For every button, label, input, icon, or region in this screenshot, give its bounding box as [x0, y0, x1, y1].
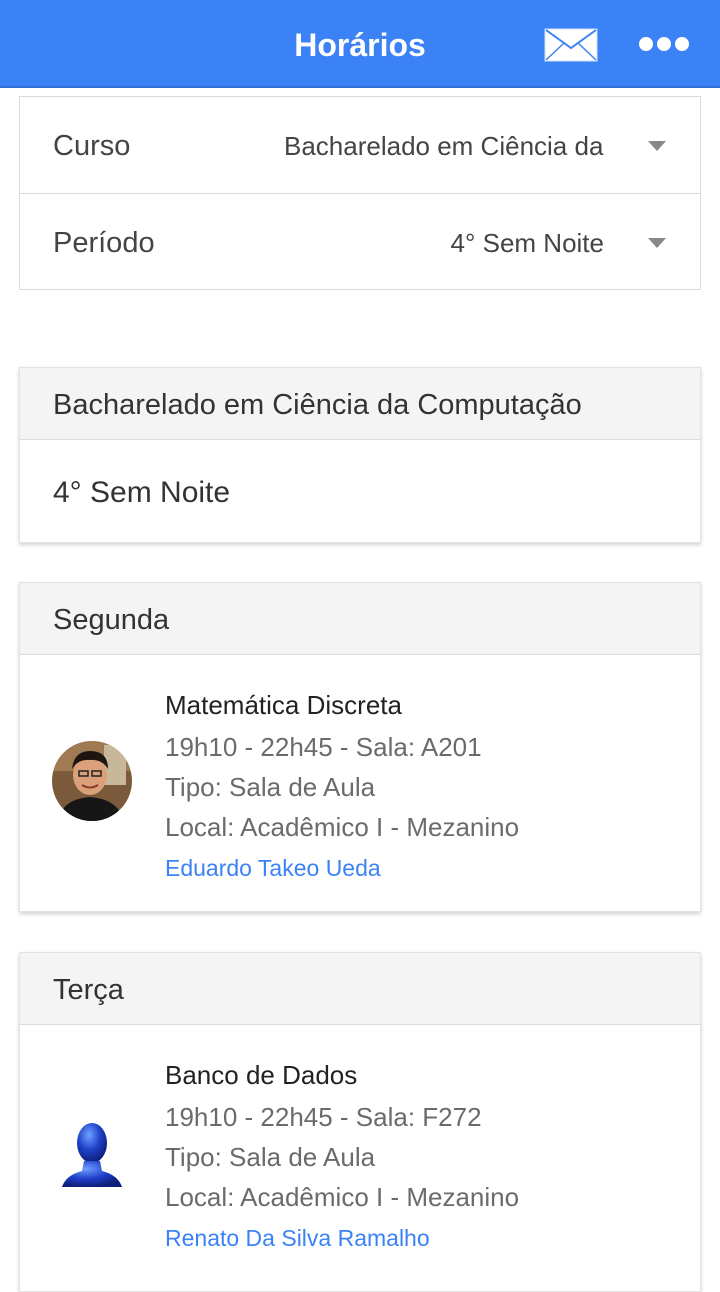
summary-card: Bacharelado em Ciência da Computação 4° …: [19, 367, 701, 543]
day-card-segunda: Segunda Matemática Discreta 19h10 - 22h4…: [19, 582, 701, 912]
class-location: Local: Acadêmico I - Mezanino: [165, 1182, 520, 1212]
class-item[interactable]: Matemática Discreta 19h10 - 22h45 - Sala…: [20, 655, 700, 911]
class-subject: Banco de Dados: [165, 1060, 358, 1090]
class-info: Matemática Discreta 19h10 - 22h45 - Sala…: [165, 685, 519, 887]
course-value: Bacharelado em Ciência da Computação: [284, 131, 604, 161]
teacher-avatar: [52, 1115, 132, 1195]
summary-course: Bacharelado em Ciência da Computação: [20, 368, 700, 440]
class-time: 19h10 - 22h45 - Sala: F272: [165, 1102, 482, 1132]
class-time: 19h10 - 22h45 - Sala: A201: [165, 732, 482, 762]
page-title: Horários: [294, 27, 426, 63]
class-type: Tipo: Sala de Aula: [165, 772, 376, 802]
chevron-down-icon: [648, 141, 666, 151]
day-card-terca: Terça Banco de Dados 19h10 - 22h45 - Sal…: [19, 952, 701, 1292]
day-title: Segunda: [20, 583, 700, 655]
chevron-down-icon: [648, 238, 666, 248]
summary-period: 4° Sem Noite: [53, 476, 231, 509]
day-title: Terça: [20, 953, 700, 1025]
mail-button[interactable]: [544, 28, 598, 62]
more-options-button[interactable]: [636, 30, 692, 58]
app-header: Horários: [0, 0, 720, 88]
class-location: Local: Acadêmico I - Mezanino: [165, 812, 520, 842]
filter-panel: Curso Bacharelado em Ciência da Computaç…: [19, 96, 701, 290]
course-label: Curso: [53, 130, 131, 162]
teacher-avatar: [52, 741, 132, 821]
class-info: Banco de Dados 19h10 - 22h45 - Sala: F27…: [165, 1055, 519, 1257]
teacher-link[interactable]: Renato Da Silva Ramalho: [165, 1217, 519, 1257]
period-value: 4° Sem Noite: [450, 228, 604, 258]
mail-icon: [544, 28, 598, 62]
class-item[interactable]: Banco de Dados 19h10 - 22h45 - Sala: F27…: [20, 1025, 700, 1281]
teacher-photo: [52, 741, 132, 821]
period-label: Período: [53, 227, 155, 259]
class-subject: Matemática Discreta: [165, 690, 402, 720]
default-user-icon: [62, 1123, 122, 1187]
period-select[interactable]: Período 4° Sem Noite: [20, 193, 700, 289]
teacher-link[interactable]: Eduardo Takeo Ueda: [165, 847, 519, 887]
class-type: Tipo: Sala de Aula: [165, 1142, 376, 1172]
more-dots-icon: [639, 37, 689, 51]
course-select[interactable]: Curso Bacharelado em Ciência da Computaç…: [20, 97, 700, 193]
